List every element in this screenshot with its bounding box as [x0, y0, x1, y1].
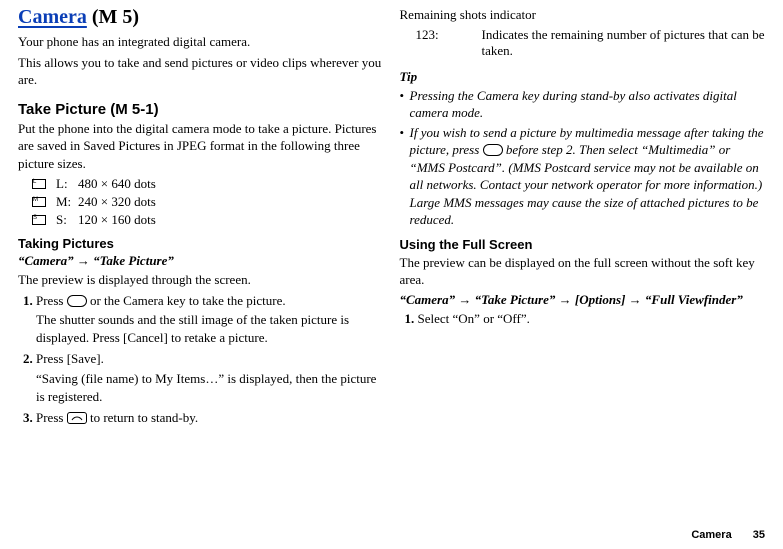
page-title: Camera (M 5) — [18, 6, 384, 29]
intro-line-2: This allows you to take and send picture… — [18, 54, 384, 89]
tip-item-2: If you wish to send a picture by multime… — [400, 124, 766, 229]
full-screen-steps: Select “On” or “Off”. — [418, 310, 766, 328]
size-m-icon: M — [32, 197, 46, 207]
step-1-after: or the Camera key to take the picture. — [90, 293, 286, 308]
page-title-menu-ref: (M 5) — [92, 6, 139, 28]
step-3: Press to return to stand-by. — [36, 409, 384, 427]
page-footer: Camera 35 — [691, 529, 765, 541]
size-l-icon: L — [32, 179, 46, 189]
intro-line-1: Your phone has an integrated digital cam… — [18, 33, 384, 51]
tip-item-1: Pressing the Camera key during stand-by … — [400, 87, 766, 122]
tip-heading: Tip — [400, 69, 766, 85]
page-title-main: Camera — [18, 6, 87, 28]
size-s-value: 120 × 160 dots — [78, 212, 156, 228]
step-3-before: Press — [36, 410, 67, 425]
remaining-label: 123: — [400, 27, 482, 59]
tip-list: Pressing the Camera key during stand-by … — [400, 87, 766, 229]
step-1-before: Press — [36, 293, 67, 308]
step-1: Press or the Camera key to take the pict… — [36, 292, 384, 347]
remaining-row: 123: Indicates the remaining number of p… — [400, 27, 766, 59]
take-picture-desc: Put the phone into the digital camera mo… — [18, 120, 384, 173]
picture-sizes-list: L L: 480 × 640 dots M M: 240 × 320 dots … — [32, 176, 384, 228]
step-2: Press [Save]. “Saving (file name) to My … — [36, 350, 384, 405]
size-m-value: 240 × 320 dots — [78, 194, 156, 210]
size-s-icon: S — [32, 215, 46, 225]
taking-pictures-preview: The preview is displayed through the scr… — [18, 271, 384, 289]
size-row: S S: 120 × 160 dots — [32, 212, 384, 228]
center-key-icon — [483, 144, 503, 156]
footer-page-number: 35 — [753, 529, 765, 541]
step-2-sub: “Saving (file name) to My Items…” is dis… — [36, 370, 384, 405]
step-2-main: Press [Save]. — [36, 350, 384, 368]
remaining-heading: Remaining shots indicator — [400, 6, 766, 24]
take-picture-heading: Take Picture (M 5-1) — [18, 101, 384, 118]
full-screen-desc: The preview can be displayed on the full… — [400, 254, 766, 289]
size-l-value: 480 × 640 dots — [78, 176, 156, 192]
taking-pictures-steps: Press or the Camera key to take the pict… — [36, 292, 384, 427]
center-key-icon — [67, 295, 87, 307]
size-l-label: L: — [56, 176, 78, 192]
size-row: M M: 240 × 320 dots — [32, 194, 384, 210]
end-key-icon — [67, 412, 87, 424]
taking-pictures-path: “Camera” → “Take Picture” — [18, 253, 384, 269]
size-s-label: S: — [56, 212, 78, 228]
footer-label: Camera — [691, 529, 731, 541]
full-screen-step-1: Select “On” or “Off”. — [418, 310, 766, 328]
full-screen-heading: Using the Full Screen — [400, 237, 766, 252]
step-3-after: to return to stand-by. — [90, 410, 198, 425]
taking-pictures-heading: Taking Pictures — [18, 236, 384, 251]
remaining-desc: Indicates the remaining number of pictur… — [482, 27, 766, 59]
step-1-sub: The shutter sounds and the still image o… — [36, 311, 384, 346]
size-m-label: M: — [56, 194, 78, 210]
size-row: L L: 480 × 640 dots — [32, 176, 384, 192]
full-screen-path: “Camera” → “Take Picture” → [Options] → … — [400, 292, 766, 308]
